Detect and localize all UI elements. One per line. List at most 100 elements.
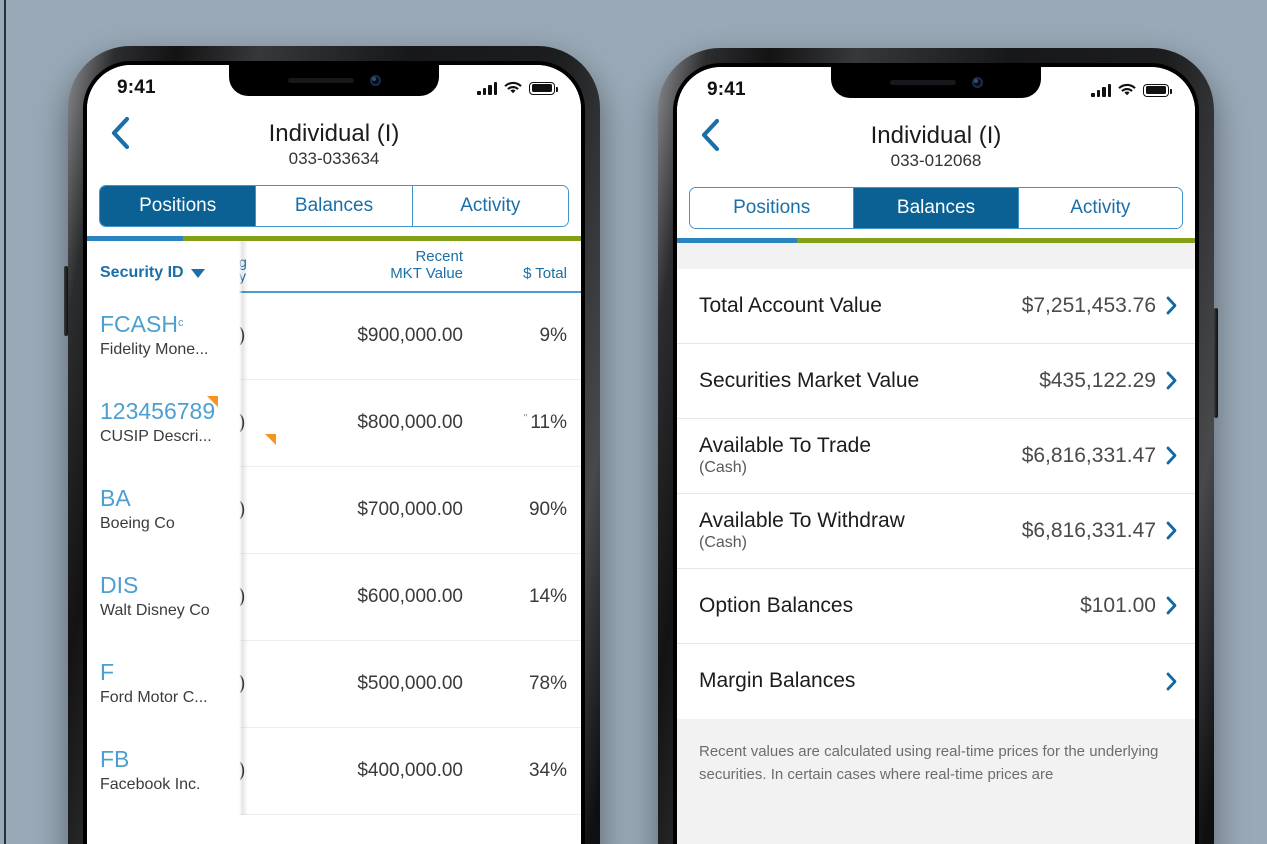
balance-sublabel: (Cash) [699, 534, 748, 552]
right-phone-device: 9:41 Individual (I) 033-012068 Positions… [658, 48, 1218, 844]
list-item[interactable]: Available To Trade (Cash) $6,816,331.47 [677, 419, 1195, 494]
left-phone-bezel: 9:41 Individual (I) 033-033634 Positions… [83, 61, 585, 844]
tab-activity[interactable]: Activity [1018, 187, 1182, 228]
row-hidden-cell: ) [239, 324, 246, 346]
row-symbol[interactable]: F [100, 660, 239, 685]
row-description: Walt Disney Co [100, 602, 210, 620]
battery-icon [1143, 83, 1172, 97]
balance-value: $435,122.29 [1039, 368, 1156, 392]
row-total-pct: 9% [539, 324, 567, 346]
row-symbol[interactable]: DIS [100, 573, 239, 598]
column-header-recent-mkt-value[interactable]: Recent MKT Value [327, 248, 463, 291]
right-status-bar: 9:41 [677, 67, 1195, 113]
left-edge-rule [4, 0, 6, 844]
balances-top-spacer [677, 242, 1195, 269]
right-nav-header: Individual (I) 033-012068 [677, 113, 1195, 179]
row-total-pct: 78% [528, 672, 567, 694]
right-notch [831, 67, 1041, 98]
list-item[interactable]: Option Balances $101.00 [677, 569, 1195, 644]
left-phone-screen: 9:41 Individual (I) 033-033634 Positions… [87, 65, 581, 844]
back-chevron-icon[interactable] [697, 117, 723, 153]
positions-table-header: Security ID g y Recent MKT Value $ Total [87, 241, 581, 293]
progress-green-segment [797, 237, 1195, 243]
row-hidden-cell: ) [239, 672, 246, 694]
row-recent-mkt-value: $600,000.00 [357, 585, 463, 607]
balances-panel: Total Account Value $7,251,453.76 Securi… [677, 242, 1195, 844]
right-tab-bar: Positions Balances Activity [689, 186, 1183, 229]
list-item[interactable]: Total Account Value $7,251,453.76 [677, 269, 1195, 344]
row-recent-mkt-value: $900,000.00 [357, 324, 463, 346]
table-row[interactable]: FB Facebook Inc. ) $400,000.00 34% [87, 728, 581, 815]
chevron-right-icon [1166, 446, 1177, 465]
row-total-pct: 34% [528, 759, 567, 781]
table-row[interactable]: 123456789 CUSIP Descri... ) $800,000.00 … [87, 380, 581, 467]
column-header-security-id[interactable]: Security ID [100, 264, 239, 291]
row-symbol[interactable]: FCASHc [100, 312, 239, 337]
row-description: Ford Motor C... [100, 689, 208, 707]
row-hidden-cell: ) [239, 411, 246, 433]
tab-activity[interactable]: Activity [412, 185, 568, 226]
flag-triangle-icon [207, 396, 219, 408]
balance-label: Margin Balances [699, 669, 856, 693]
status-indicators [1091, 83, 1172, 97]
table-row[interactable]: FCASHc Fidelity Mone... ) $900,000.00 9% [87, 293, 581, 380]
right-phone-bezel: 9:41 Individual (I) 033-012068 Positions… [673, 63, 1199, 844]
cellular-bars-icon [1091, 83, 1111, 97]
row-recent-mkt-value: $400,000.00 [357, 759, 463, 781]
row-description: Boeing Co [100, 515, 175, 533]
balance-label: Total Account Value [699, 293, 882, 317]
wifi-icon [504, 81, 522, 95]
row-hidden-cell: ) [239, 498, 246, 520]
tab-positions[interactable]: Positions [100, 185, 257, 226]
chevron-right-icon [1166, 371, 1177, 390]
balance-label: Available To Withdraw [699, 509, 905, 533]
balance-value: $101.00 [1080, 593, 1156, 617]
table-row[interactable]: BA Boeing Co ) $700,000.00 90% [87, 467, 581, 554]
table-row[interactable]: F Ford Motor C... ) $500,000.00 78% [87, 641, 581, 728]
column-header-total-pct[interactable]: $ Total [477, 265, 567, 291]
row-symbol[interactable]: BA [100, 486, 239, 511]
table-row[interactable]: DIS Walt Disney Co ) $600,000.00 14% [87, 554, 581, 641]
row-symbol[interactable]: FB [100, 747, 239, 772]
wifi-icon [1118, 83, 1136, 97]
tab-positions[interactable]: Positions [690, 187, 855, 228]
chevron-right-icon [1166, 672, 1177, 691]
status-clock: 9:41 [707, 79, 746, 100]
disclaimer-text: Recent values are calculated using real-… [677, 718, 1195, 787]
left-tab-bar: Positions Balances Activity [99, 184, 569, 227]
left-status-bar: 9:41 [87, 65, 581, 111]
status-clock: 9:41 [117, 77, 156, 98]
column-header-hidden: g y [239, 253, 247, 284]
left-phone-device: 9:41 Individual (I) 033-033634 Positions… [64, 46, 600, 844]
right-phone-side-button[interactable] [1214, 308, 1218, 418]
earpiece-speaker-icon [287, 78, 354, 83]
back-chevron-icon[interactable] [107, 115, 133, 151]
row-pct-marker: '' [523, 412, 528, 424]
account-number: 033-012068 [890, 150, 982, 170]
row-recent-mkt-value: $800,000.00 [357, 411, 463, 433]
list-item[interactable]: Available To Withdraw (Cash) $6,816,331.… [677, 494, 1195, 569]
earpiece-speaker-icon [889, 80, 956, 85]
status-indicators [477, 81, 558, 95]
left-phone-side-button[interactable] [64, 266, 68, 336]
balance-value: $6,816,331.47 [1021, 518, 1156, 542]
balance-sublabel: (Cash) [699, 459, 748, 477]
balance-label: Option Balances [699, 593, 854, 617]
list-item[interactable]: Margin Balances [677, 644, 1195, 719]
balance-label: Available To Trade [699, 434, 872, 458]
left-nav-header: Individual (I) 033-033634 [87, 111, 581, 177]
screenshot-stage: 9:41 Individual (I) 033-033634 Positions… [0, 0, 1267, 844]
tab-balances[interactable]: Balances [256, 185, 413, 226]
row-description: CUSIP Descri... [100, 428, 212, 446]
row-recent-mkt-value: $500,000.00 [357, 672, 463, 694]
row-total-pct: 90% [528, 498, 567, 520]
row-total-pct: '' 11% [523, 411, 567, 433]
balance-value: $6,816,331.47 [1021, 443, 1156, 467]
tab-balances[interactable]: Balances [854, 187, 1019, 228]
flag-triangle-icon [265, 433, 276, 445]
front-camera-icon [971, 77, 983, 88]
row-symbol[interactable]: 123456789 [100, 396, 219, 424]
progress-blue-segment [677, 237, 797, 243]
chevron-right-icon [1166, 596, 1177, 615]
list-item[interactable]: Securities Market Value $435,122.29 [677, 344, 1195, 419]
